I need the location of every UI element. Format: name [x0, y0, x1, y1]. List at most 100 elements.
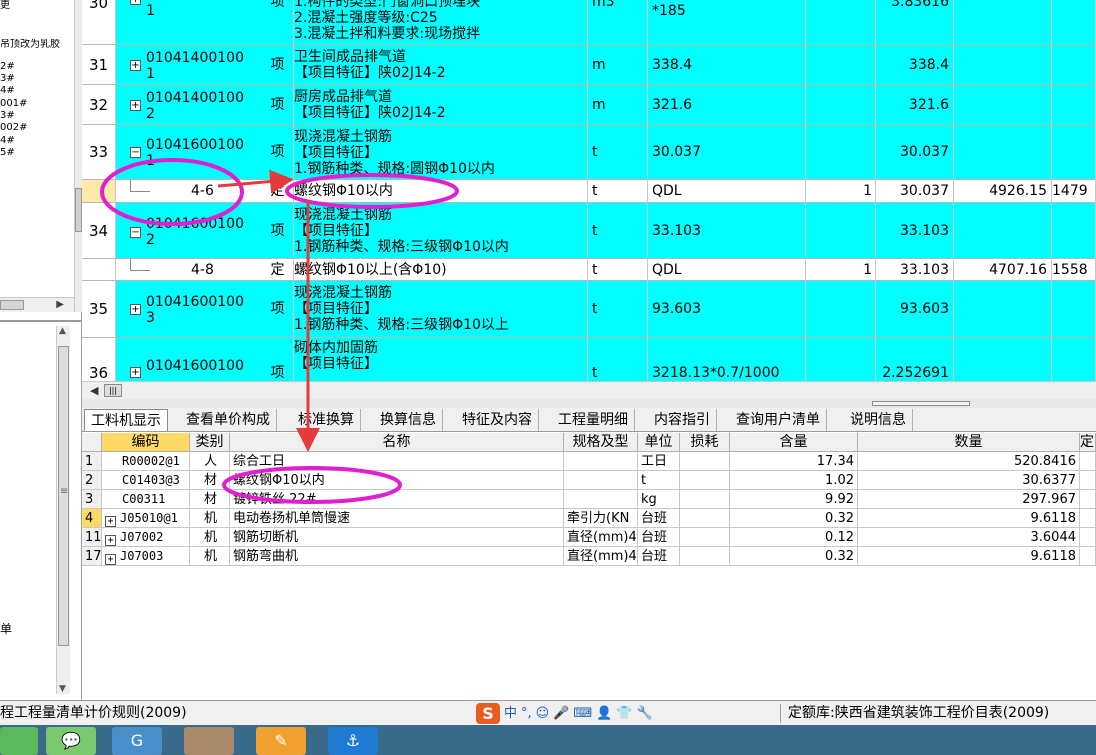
loss-cell[interactable]	[680, 547, 730, 566]
table-row[interactable]: 32 + 01041400100 2 项 厨房成品排气道 【项目特征】陕02J1…	[82, 85, 1096, 125]
emoji-icon[interactable]: ☺	[536, 703, 550, 724]
tree-vertical-scrollbar[interactable]	[74, 0, 82, 312]
tree-line[interactable]: 4#	[0, 85, 74, 97]
description-cell[interactable]: 现浇混凝土钢筋 【项目特征】 1.钢筋种类、规格:圆钢Φ10以内	[294, 125, 588, 180]
description-cell[interactable]: 卫生间成品排气道 【项目特征】陕02J14-2	[294, 45, 588, 85]
browser-icon[interactable]: G	[112, 727, 162, 755]
tree-line[interactable]: 吊顶改为乳胶	[0, 39, 74, 51]
expr-cell[interactable]: 30.037	[648, 125, 806, 180]
name-cell[interactable]: 综合工日	[230, 452, 564, 471]
expand-icon[interactable]: +	[130, 60, 141, 71]
scroll-thumb[interactable]	[0, 300, 24, 310]
content-cell[interactable]: 0.12	[730, 528, 858, 547]
code-cell[interactable]: + J07002	[102, 528, 190, 547]
table-row[interactable]: 4-8 定 螺纹钢Φ10以上(含Φ10) t QDL 1 33.103 4707…	[82, 259, 1096, 281]
description-cell[interactable]: 1.构件的类型:门窗洞口预埋块 2.混凝土强度等级:C25 3.混凝土拌和料要求…	[294, 0, 588, 45]
tree-line[interactable]: 更	[0, 0, 74, 12]
microphone-icon[interactable]: 🎤	[553, 703, 569, 724]
tab-quantity-details[interactable]: 工程量明细	[552, 409, 635, 431]
loss-cell[interactable]	[680, 490, 730, 509]
expr-cell[interactable]: *185	[648, 0, 806, 45]
column-header-unit[interactable]: 单位	[638, 433, 680, 452]
tree-line[interactable]: 2#	[0, 61, 74, 73]
expr-cell[interactable]: QDL	[648, 180, 806, 203]
table-row[interactable]: 11 + J07002 机 钢筋切断机 直径(mm)4 台班 0.12 3.604…	[82, 528, 1096, 547]
tab-conversion-info[interactable]: 换算信息	[374, 409, 443, 431]
code-cell[interactable]: C01403@3	[102, 471, 190, 490]
name-cell[interactable]: 电动卷扬机单筒慢速	[230, 509, 564, 528]
description-cell[interactable]: 螺纹钢Φ10以内	[294, 180, 588, 203]
pane-splitter[interactable]	[82, 399, 1096, 408]
content-cell[interactable]: 9.92	[730, 490, 858, 509]
expand-icon[interactable]: +	[130, 0, 141, 5]
arrow-up-icon[interactable]: ▲	[59, 326, 66, 336]
expand-icon[interactable]: +	[130, 100, 141, 111]
column-header-content[interactable]: 含量	[730, 433, 858, 452]
ime-toolbar[interactable]: S 中 °, ☺ 🎤 ⌨ 👤 👕 🔧	[476, 703, 653, 724]
tab-standard-conversion[interactable]: 标准换算	[292, 409, 361, 431]
table-row[interactable]: 17 + J07003 机 钢筋弯曲机 直径(mm)4 台班 0.32 9.611…	[82, 547, 1096, 566]
expand-icon[interactable]: +	[105, 554, 116, 565]
table-row[interactable]: 35 + 01041600100 3 项 现浇混凝土钢筋 【项目特征】 1.钢筋…	[82, 281, 1096, 338]
code-cell[interactable]: + J05010@1	[102, 509, 190, 528]
tab-description[interactable]: 说明信息	[844, 409, 913, 431]
expand-icon[interactable]: +	[130, 304, 141, 315]
table-row[interactable]: 31 + 01041400100 1 项 卫生间成品排气道 【项目特征】陕02J…	[82, 45, 1096, 85]
tab-unit-price-composition[interactable]: 查看单价构成	[180, 409, 277, 431]
tree-line[interactable]: 3#	[0, 110, 74, 122]
table-row[interactable]: 2 C01403@3 材 螺纹钢Φ10以内 t 1.02 30.6377	[82, 471, 1096, 490]
expand-icon[interactable]: +	[105, 516, 116, 527]
collapse-icon[interactable]: −	[130, 147, 141, 158]
name-cell[interactable]: 钢筋弯曲机	[230, 547, 564, 566]
name-cell[interactable]: 钢筋切断机	[230, 528, 564, 547]
labor-material-table[interactable]: 编码 类别 名称 规格及型 单位 损耗 含量 数量 定 1 R00002@1 人…	[82, 433, 1096, 700]
code-cell[interactable]: C00311	[102, 490, 190, 509]
loss-cell[interactable]	[680, 471, 730, 490]
column-header-code[interactable]: 编码	[102, 433, 190, 452]
table-row[interactable]: 4-6 定 螺纹钢Φ10以内 t QDL 1 30.037 4926.15 14…	[82, 180, 1096, 203]
ime-mode-label[interactable]: 中	[504, 703, 517, 724]
user-icon[interactable]: 👤	[596, 703, 612, 724]
wechat-icon[interactable]: 💬	[46, 727, 96, 755]
description-cell[interactable]: 现浇混凝土钢筋 【项目特征】 1.钢筋种类、规格:三级钢Φ10以上	[294, 281, 588, 338]
content-cell[interactable]: 0.32	[730, 509, 858, 528]
expr-cell[interactable]: 3218.13*0.7/1000	[648, 338, 806, 381]
tree-line[interactable]: 001#	[0, 98, 74, 110]
loss-cell[interactable]	[680, 528, 730, 547]
tab-content-guide[interactable]: 内容指引	[648, 409, 717, 431]
name-cell[interactable]: 螺纹钢Φ10以内	[230, 471, 564, 490]
content-cell[interactable]: 0.32	[730, 547, 858, 566]
lower-vertical-scrollbar[interactable]: ▲ ≡ ▼	[56, 326, 70, 694]
expr-cell[interactable]: 338.4	[648, 45, 806, 85]
scroll-thumb[interactable]: |||	[104, 384, 122, 397]
tree-line[interactable]: 002#	[0, 122, 74, 134]
content-cell[interactable]: 17.34	[730, 452, 858, 471]
expr-cell[interactable]: 93.603	[648, 281, 806, 338]
column-header-name[interactable]: 名称	[230, 433, 564, 452]
column-header-spec[interactable]: 规格及型	[564, 433, 638, 452]
tab-features-content[interactable]: 特征及内容	[456, 409, 539, 431]
arrow-left-icon[interactable]: ◀	[90, 384, 98, 397]
loss-cell[interactable]	[680, 509, 730, 528]
column-header-loss[interactable]: 损耗	[680, 433, 730, 452]
description-cell[interactable]: 砌体内加固筋 【项目特征】	[294, 338, 588, 381]
tree-line[interactable]: 5#	[0, 147, 74, 159]
expr-cell[interactable]: 33.103	[648, 203, 806, 259]
bill-items-grid[interactable]: 30 + 1 项 1.构件的类型:门窗洞口预埋块 2.混凝土强度等级:C25 3…	[82, 0, 1096, 381]
tree-horizontal-scrollbar[interactable]: ▶	[0, 297, 74, 312]
tab-query-user-list[interactable]: 查询用户清单	[730, 409, 827, 431]
avatar[interactable]	[184, 727, 234, 755]
tree-line[interactable]	[0, 12, 74, 24]
wrench-icon[interactable]: 🔧	[637, 703, 653, 724]
code-cell[interactable]: R00002@1	[102, 452, 190, 471]
description-cell[interactable]: 厨房成品排气道 【项目特征】陕02J14-2	[294, 85, 588, 125]
column-header-fixed[interactable]: 定	[1080, 433, 1096, 452]
expand-icon[interactable]: +	[130, 367, 141, 378]
table-row[interactable]: 3 C00311 材 镀锌铁丝 22# kg 9.92 297.967	[82, 490, 1096, 509]
code-cell[interactable]: + J07003	[102, 547, 190, 566]
arrow-right-icon[interactable]: ▶	[56, 299, 64, 310]
description-cell[interactable]: 螺纹钢Φ10以上(含Φ10)	[294, 259, 588, 281]
content-cell[interactable]: 1.02	[730, 471, 858, 490]
expr-cell[interactable]: QDL	[648, 259, 806, 281]
name-cell[interactable]: 镀锌铁丝 22#	[230, 490, 564, 509]
